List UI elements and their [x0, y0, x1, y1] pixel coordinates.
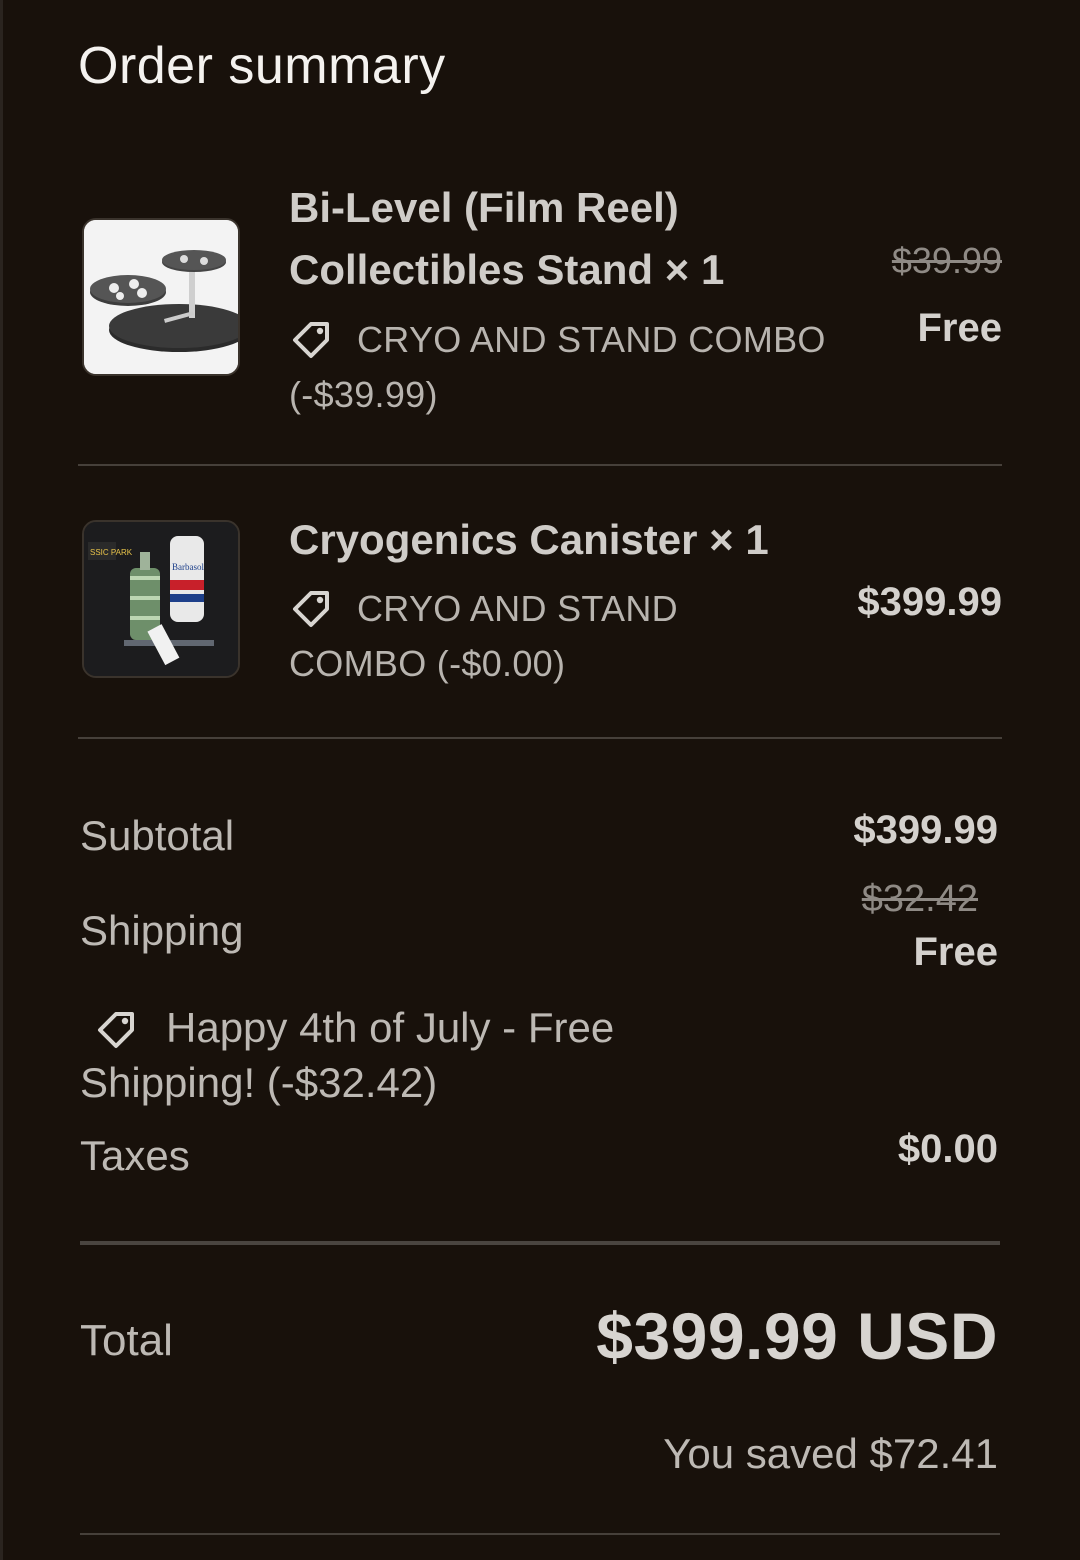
taxes-label: Taxes — [80, 1132, 190, 1179]
item-discount-code: CRYO AND STAND COMBO — [357, 319, 826, 360]
savings-text: You saved $72.41 — [663, 1430, 998, 1477]
item-price: $399.99 — [857, 580, 1002, 624]
item-discount-amount: (-$39.99) — [289, 374, 438, 415]
item-discount-code: CRYO AND STAND — [357, 588, 678, 629]
cryogenics-canister-illustration: SSIC PARK Barbasol — [84, 522, 238, 676]
item-name-line2[interactable]: Collectibles Stand × 1 — [289, 239, 724, 301]
discount-tag-icon — [293, 591, 329, 627]
shipping-discount: Happy 4th of July - Free Shipping! (-$32… — [80, 1000, 700, 1110]
shipping-discount-line1: Happy 4th of July - Free — [166, 1004, 615, 1051]
discount-tag-icon — [293, 322, 329, 358]
left-edge-line — [0, 0, 3, 1560]
item-price: Free — [917, 306, 1003, 350]
shipping-original-price: $32.42 — [861, 878, 978, 920]
item-discount: CRYO AND STAND COMBO — [289, 312, 826, 367]
divider-bottom — [80, 1533, 1000, 1535]
shipping-value: Free — [913, 930, 999, 974]
divider — [78, 464, 1002, 466]
item-name-line1[interactable]: Cryogenics Canister × 1 — [289, 509, 769, 571]
cryogenics-canister-image[interactable]: SSIC PARK Barbasol — [82, 520, 240, 678]
divider-total — [80, 1241, 1000, 1245]
film-reel-stand-illustration — [84, 220, 238, 374]
thumb-logo-text: SSIC PARK — [90, 548, 133, 557]
discount-tag-icon — [98, 1012, 134, 1048]
total-value: $399.99 USD — [596, 1299, 998, 1373]
shipping-label: Shipping — [80, 907, 244, 954]
film-reel-stand-image[interactable] — [82, 218, 240, 376]
taxes-value: $0.00 — [897, 1127, 998, 1171]
subtotal-label: Subtotal — [80, 812, 235, 859]
shipping-discount-line2: Shipping! (-$32.42) — [80, 1059, 438, 1106]
subtotal-value: $399.99 — [853, 808, 998, 852]
order-summary-page: Order summary Bi-Level (Film Reel) Colle… — [0, 0, 1080, 1560]
line-item-film-reel-stand: Bi-Level (Film Reel) Collectibles Stand … — [78, 180, 1002, 430]
total-label: Total — [80, 1316, 173, 1365]
item-discount-amount: COMBO (-$0.00) — [289, 643, 566, 684]
thumb-can-text: Barbasol — [172, 562, 204, 572]
divider — [78, 737, 1002, 739]
page-title: Order summary — [78, 37, 446, 95]
item-name-line1[interactable]: Bi-Level (Film Reel) — [289, 177, 679, 239]
line-item-cryogenics-canister: SSIC PARK Barbasol Cryogenics Canister ×… — [78, 510, 1002, 710]
item-discount: CRYO AND STAND — [289, 581, 678, 636]
item-original-price: $39.99 — [891, 240, 1002, 281]
